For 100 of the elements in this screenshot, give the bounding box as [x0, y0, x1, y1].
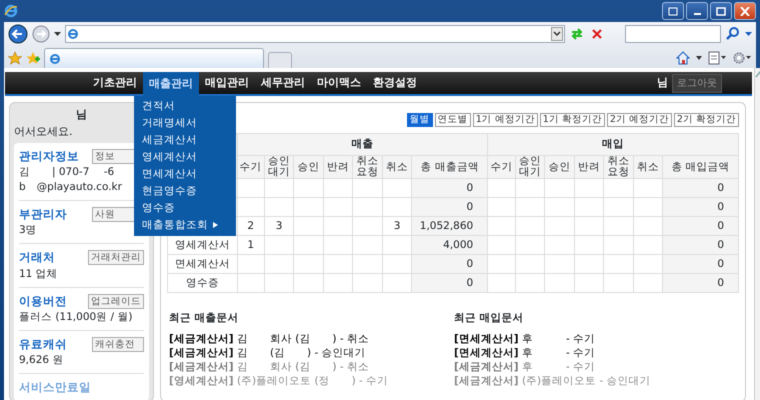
user-name: 님: [75, 107, 88, 123]
section-title: 서비스만료일: [19, 379, 91, 396]
document-link[interactable]: [면세계산서] 후 - 수기: [454, 332, 739, 346]
section-title: 거래처: [19, 249, 55, 266]
section-button[interactable]: 업그레이드: [88, 294, 144, 309]
add-favorite-icon[interactable]: [26, 51, 40, 65]
document-link[interactable]: [면세계산서] 후 - 수기: [454, 346, 739, 360]
row-label: 영세계산서: [168, 236, 237, 254]
info-text: 9,626 원: [19, 353, 64, 368]
dropdown-icon[interactable]: [551, 27, 563, 41]
dropdown-item[interactable]: 면세계산서: [134, 166, 236, 183]
dropdown-icon[interactable]: [54, 32, 61, 36]
browser-logo-icon: [4, 4, 18, 18]
table-cell: 0: [662, 254, 738, 274]
table-cell: 1: [237, 236, 264, 254]
section-title: 유료캐쉬: [19, 336, 67, 353]
column-header: 승인: [544, 156, 574, 178]
column-header: 수기: [488, 156, 516, 178]
period-button[interactable]: 1기 예정기간: [472, 113, 538, 127]
section-button[interactable]: 캐쉬충전: [92, 336, 144, 352]
column-group-header: 매출: [237, 134, 488, 156]
info-text: 3명: [19, 223, 38, 238]
column-header: 취소요청: [604, 156, 634, 178]
document-link[interactable]: [세금계산서] 김 회사 (김 ) - 취소: [169, 360, 454, 374]
section-button[interactable]: 거래처관리: [88, 250, 144, 266]
dropdown-item[interactable]: 세금계산서: [134, 132, 236, 149]
info-text: b @playauto.co.kr: [19, 180, 123, 195]
info-text: 플러스 (11,000원 / 월): [19, 310, 134, 325]
menu-tab[interactable]: 마이맥스: [311, 72, 367, 94]
table-cell: 0: [662, 236, 738, 254]
column-group-header: 매입: [488, 134, 738, 156]
column-header: 취소요청: [352, 156, 382, 178]
dropdown-item[interactable]: 견적서: [134, 98, 236, 115]
table-cell: 0: [662, 198, 738, 216]
logout-button[interactable]: 로그아웃: [672, 74, 722, 92]
dropdown-item[interactable]: 거래명세서: [134, 115, 236, 132]
back-icon[interactable]: [8, 24, 28, 44]
column-header: 총 매입금액: [662, 156, 738, 178]
column-header: 총 매출금액: [412, 156, 488, 178]
document-link[interactable]: [세금계산서] 김 회사 (김 ) - 취소: [169, 332, 454, 346]
column-header: 취소: [633, 156, 663, 178]
menu-tab[interactable]: 세무관리: [255, 72, 311, 94]
page-icon: [67, 28, 79, 40]
section-title: 이용버전: [19, 292, 67, 310]
period-button[interactable]: 1기 확정기간: [540, 113, 605, 127]
period-button[interactable]: 2기 확정기간: [674, 113, 739, 127]
menu-tab[interactable]: 기초관리: [87, 72, 143, 94]
close-icon: [740, 6, 750, 16]
table-cell: 2: [237, 216, 264, 236]
document-link[interactable]: [세금계산서] 후 - 수기: [454, 360, 739, 374]
table-cell: 0: [412, 254, 488, 274]
dropdown-item[interactable]: 현금영수증: [134, 183, 236, 200]
page-menu-icon[interactable]: [708, 51, 726, 65]
page-icon: [49, 52, 61, 64]
minimize-button[interactable]: [686, 2, 708, 20]
period-button[interactable]: 연도별: [434, 113, 471, 127]
greeting-text: 어서오세요.: [14, 124, 74, 140]
column-header: 수기: [237, 156, 264, 178]
menu-tab[interactable]: 매입관리: [199, 72, 255, 94]
column-header: 반려: [323, 156, 353, 178]
dropdown-icon[interactable]: [745, 32, 752, 36]
restore-icon: [668, 6, 678, 16]
dropdown-icon[interactable]: [696, 56, 702, 60]
user-name-suffix: 님: [657, 74, 668, 91]
section-title: 부관리자: [19, 206, 67, 223]
table-cell: 4,000: [412, 236, 488, 254]
period-button[interactable]: 2기 예정기간: [606, 113, 672, 127]
maximize-button[interactable]: [710, 2, 732, 20]
star-icon[interactable]: [8, 51, 22, 65]
table-cell: 0: [412, 178, 488, 198]
search-icon[interactable]: [725, 26, 741, 42]
table-cell: 3: [264, 216, 294, 236]
address-field[interactable]: [65, 25, 565, 43]
maximize-icon: [716, 6, 726, 16]
table-cell: 0: [662, 178, 738, 198]
section-title: 관리자정보: [19, 148, 79, 165]
close-button[interactable]: [734, 2, 756, 20]
column-header: 반려: [574, 156, 604, 178]
restore-button[interactable]: [662, 2, 684, 20]
column-header: 승인: [294, 156, 324, 178]
settings-icon[interactable]: [732, 51, 752, 65]
minimize-icon: [694, 13, 700, 15]
row-label: 면세계산서: [168, 254, 237, 274]
section-title: 최근 매출문서: [169, 311, 240, 326]
period-button[interactable]: 월별: [406, 113, 433, 127]
column-header: 승인대기: [264, 156, 294, 178]
info-text: 11 업체: [19, 266, 59, 282]
document-link[interactable]: [세금계산서] 김 (김 ) - 승인대기: [169, 346, 454, 360]
table-cell: 0: [412, 198, 488, 216]
menu-tab[interactable]: 환경설정: [367, 72, 423, 94]
row-label: 영수증: [168, 274, 237, 292]
table-cell: 0: [662, 274, 738, 292]
info-text: 김 | 070-7 -6: [19, 165, 116, 180]
home-icon[interactable]: [676, 51, 690, 65]
section-title: 최근 매입문서: [454, 311, 525, 326]
search-field[interactable]: [625, 25, 721, 43]
table-cell: 0: [412, 274, 488, 292]
menu-tab[interactable]: 매출관리: [143, 72, 199, 96]
column-header: 승인대기: [515, 156, 545, 178]
table-cell: 0: [662, 216, 738, 236]
